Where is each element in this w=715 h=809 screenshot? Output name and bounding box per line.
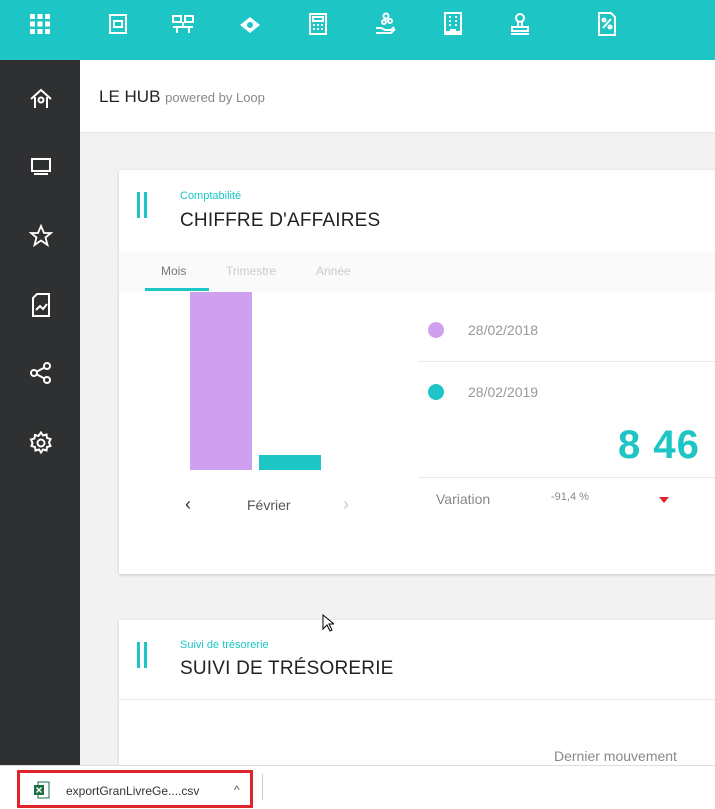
org-chart-icon[interactable] <box>171 12 195 36</box>
brand-name: LE HUB <box>99 87 161 106</box>
variation-label: Variation <box>436 491 491 507</box>
down-arrow-icon <box>659 497 669 503</box>
percent-document-icon[interactable] <box>595 12 619 36</box>
revenue-value: 8 46 <box>618 423 700 467</box>
legend-date-2019: 28/02/2019 <box>468 384 539 400</box>
tab-annee[interactable]: Année <box>316 264 351 278</box>
divider <box>418 477 715 478</box>
star-icon[interactable] <box>28 223 54 249</box>
revenue-bar-2018 <box>190 292 252 470</box>
active-tab-indicator <box>145 288 209 291</box>
screens-icon[interactable] <box>28 153 54 179</box>
sidebar <box>0 60 80 765</box>
download-filename: exportGranLivreGe....csv <box>66 784 200 798</box>
next-month-button[interactable]: › <box>343 494 349 515</box>
divider <box>418 361 715 362</box>
legend-dot-2019 <box>428 384 444 400</box>
excel-file-icon <box>34 781 50 799</box>
chevron-up-icon[interactable]: ^ <box>234 783 240 797</box>
legend-date-2018: 28/02/2018 <box>468 322 539 338</box>
share-icon[interactable] <box>28 360 54 386</box>
card-title: CHIFFRE D'AFFAIRES <box>180 210 381 231</box>
treasury-card: Suivi de trésorerie SUIVI DE TRÉSORERIE … <box>119 620 715 780</box>
download-bar: exportGranLivreGe....csv ^ <box>0 765 715 809</box>
app-header: LE HUB powered by Loop <box>80 60 715 133</box>
card-accent-bar <box>137 192 147 218</box>
revenue-bar-2019 <box>259 455 321 470</box>
tab-mois[interactable]: Mois <box>161 264 186 278</box>
report-chart-icon[interactable] <box>28 292 54 318</box>
card-kicker: Suivi de trésorerie <box>180 639 269 651</box>
divider <box>119 699 715 700</box>
tab-trimestre[interactable]: Trimestre <box>226 264 276 278</box>
hand-coins-icon[interactable] <box>373 12 397 36</box>
stamp-icon[interactable] <box>508 12 532 36</box>
variation-value: -91,4 % <box>551 491 589 503</box>
card-accent-bar <box>137 642 147 668</box>
banknotes-icon[interactable] <box>238 12 262 36</box>
calculator-icon[interactable] <box>306 12 330 36</box>
wallet-icon[interactable] <box>106 12 130 36</box>
period-tabs: Mois Trimestre Année <box>119 252 715 292</box>
divider <box>262 774 263 800</box>
month-label: Février <box>247 497 291 513</box>
brand[interactable]: LE HUB powered by Loop <box>99 87 265 107</box>
card-title: SUIVI DE TRÉSORERIE <box>180 658 394 679</box>
building-icon[interactable] <box>441 12 465 36</box>
apps-grid-icon[interactable] <box>28 12 52 36</box>
download-item[interactable]: exportGranLivreGe....csv ^ <box>17 770 253 808</box>
mouse-cursor-icon <box>322 613 336 637</box>
legend-dot-2018 <box>428 322 444 338</box>
prev-month-button[interactable]: ‹ <box>185 494 191 515</box>
card-kicker: Comptabilité <box>180 190 242 202</box>
revenue-card: Comptabilité CHIFFRE D'AFFAIRES Mois Tri… <box>119 170 715 574</box>
top-toolbar <box>0 0 715 60</box>
brand-tagline: powered by Loop <box>165 90 265 105</box>
settings-icon[interactable] <box>28 430 54 456</box>
last-move-label: Dernier mouvement <box>554 748 677 764</box>
home-icon[interactable] <box>28 86 54 112</box>
